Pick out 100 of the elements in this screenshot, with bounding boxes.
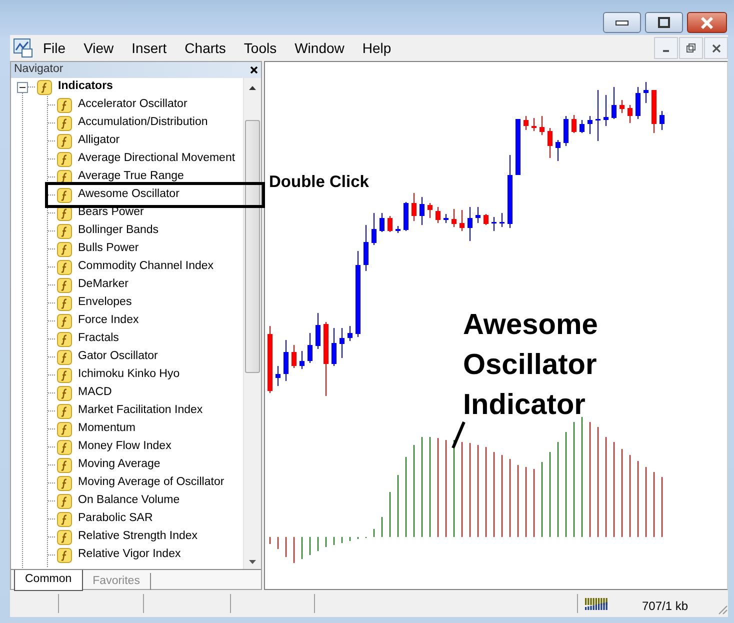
tree-item[interactable]: Average True Range <box>78 168 184 186</box>
tree-item[interactable]: Ichimoku Kinko Hyo <box>78 366 180 384</box>
candlestick <box>604 94 608 126</box>
tree-item[interactable]: Force Index <box>78 312 139 330</box>
function-icon <box>57 260 72 274</box>
candlestick <box>412 192 416 222</box>
menu-item[interactable]: File <box>34 35 75 61</box>
function-icon <box>57 116 72 130</box>
function-icon <box>57 386 72 400</box>
candlestick <box>292 344 296 368</box>
function-icon <box>57 512 72 526</box>
maximize-icon <box>658 17 670 28</box>
function-icon <box>57 224 72 238</box>
function-icon <box>57 458 72 472</box>
function-icon <box>57 152 72 166</box>
tree-item[interactable]: Accelerator Oscillator <box>78 96 188 114</box>
tree-item[interactable]: Commodity Channel Index <box>78 258 214 276</box>
menu-item[interactable]: Insert <box>122 35 176 61</box>
candlestick <box>452 208 456 228</box>
annotation-label: Double Click <box>269 172 369 193</box>
tree-item[interactable]: Moving Average <box>78 456 160 474</box>
tree-item[interactable]: Moving Average of Oscillator <box>78 474 224 492</box>
menu-item[interactable]: Charts <box>176 35 235 61</box>
candlestick <box>652 90 656 134</box>
tree-item[interactable]: Money Flow Index <box>78 438 172 456</box>
tree-item[interactable]: Gator Oscillator <box>78 348 158 366</box>
function-icon <box>57 422 72 436</box>
candlestick <box>332 328 336 366</box>
candlestick <box>444 214 448 224</box>
candlestick <box>428 202 432 218</box>
minimize-button[interactable] <box>603 12 641 33</box>
maximize-button[interactable] <box>645 12 683 33</box>
close-button[interactable] <box>687 12 727 33</box>
close-icon <box>700 16 714 28</box>
candlestick <box>436 206 440 224</box>
candlestick <box>556 140 560 162</box>
function-icon <box>37 80 52 94</box>
tree-item[interactable]: On Balance Volume <box>78 492 180 510</box>
function-icon <box>57 188 72 202</box>
collapse-icon[interactable] <box>17 82 28 92</box>
candlestick <box>468 206 472 242</box>
restore-icon <box>686 43 696 53</box>
minimize-button[interactable] <box>654 37 678 59</box>
candlestick <box>492 216 496 232</box>
candlestick <box>388 216 392 232</box>
candlestick <box>628 104 632 124</box>
tree-item[interactable]: Relative Strength Index <box>78 528 198 546</box>
tree-item[interactable]: Average Directional Movement <box>78 150 236 168</box>
candlestick <box>284 340 288 382</box>
candlestick <box>532 118 536 132</box>
scrollbar[interactable] <box>243 78 261 569</box>
function-icon <box>57 476 72 490</box>
function-icon <box>57 314 72 328</box>
tree-item[interactable]: Fractals <box>78 330 119 348</box>
candlestick <box>364 224 368 272</box>
menu-item[interactable]: Window <box>286 35 354 61</box>
close-icon <box>712 44 720 52</box>
close-icon[interactable] <box>250 66 258 74</box>
tree-item[interactable]: Envelopes <box>78 294 132 312</box>
candlestick <box>516 118 520 176</box>
tree-item[interactable]: Bollinger Bands <box>78 222 159 240</box>
function-icon <box>57 404 72 418</box>
tree-item[interactable]: Relative Vigor Index <box>78 546 181 564</box>
panel-tab[interactable]: Common <box>14 570 83 592</box>
tree-item[interactable]: Indicators <box>58 78 113 96</box>
candlestick <box>300 350 304 370</box>
tree-item[interactable]: DeMarker <box>78 276 128 294</box>
menu-item[interactable]: Help <box>353 35 400 61</box>
restore-button[interactable] <box>679 37 703 59</box>
function-icon <box>57 548 72 562</box>
menu-item[interactable]: Tools <box>234 35 286 61</box>
minimize-icon <box>615 20 629 26</box>
resize-grip-icon[interactable] <box>716 603 728 615</box>
tree-item[interactable]: MACD <box>78 384 112 402</box>
tree-item[interactable]: Market Facilitation Index <box>78 402 203 420</box>
candlestick <box>420 196 424 226</box>
candlestick <box>372 212 376 246</box>
candlestick <box>564 116 568 146</box>
candlestick <box>636 86 640 120</box>
candlestick <box>340 328 344 358</box>
tree-item[interactable]: Parabolic SAR <box>78 510 153 528</box>
function-icon <box>57 296 72 310</box>
menu-item[interactable]: View <box>74 35 123 61</box>
candlestick <box>620 100 624 114</box>
function-icon <box>57 278 72 292</box>
candlestick <box>380 212 384 232</box>
function-icon <box>57 134 72 148</box>
candlestick <box>588 116 592 134</box>
function-icon <box>57 332 72 346</box>
tree-item[interactable]: Momentum <box>78 420 136 438</box>
tree-item[interactable]: Bulls Power <box>78 240 139 258</box>
candlestick <box>316 312 320 350</box>
tree-item[interactable]: Awesome Oscillator <box>78 186 180 204</box>
tree-item[interactable]: Alligator <box>78 132 120 150</box>
function-icon <box>57 494 72 508</box>
panel-title: Navigator <box>14 62 64 78</box>
candlestick <box>276 366 280 386</box>
tree-item[interactable]: Accumulation/Distribution <box>78 114 208 132</box>
candlestick <box>308 332 312 364</box>
chart-app-icon[interactable] <box>13 38 33 58</box>
